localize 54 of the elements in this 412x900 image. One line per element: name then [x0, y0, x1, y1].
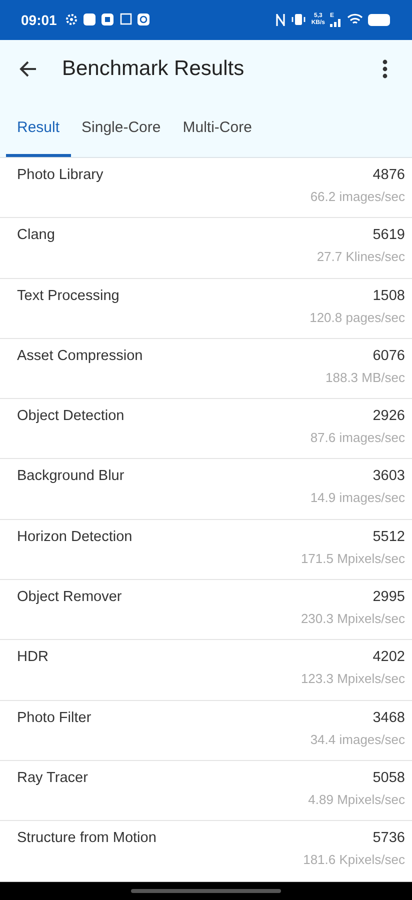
- benchmark-rate: 123.3 Mpixels/sec: [300, 671, 405, 686]
- app-icon: [100, 13, 114, 26]
- benchmark-name: Asset Compression: [17, 348, 143, 364]
- benchmark-score: 4876: [372, 166, 405, 183]
- tab[interactable]: Single-Core: [70, 112, 172, 157]
- benchmark-score: 2995: [372, 589, 405, 606]
- benchmark-name: Photo Filter: [17, 710, 92, 726]
- home-indicator[interactable]: [131, 888, 281, 893]
- nfc-icon: [275, 12, 286, 27]
- benchmark-score: 5619: [372, 227, 405, 244]
- benchmark-rate: 230.3 Mpixels/sec: [300, 611, 405, 626]
- benchmark-score: 2926: [372, 408, 405, 424]
- window-icon: [118, 13, 132, 26]
- benchmark-name: Object Detection: [17, 408, 124, 424]
- back-arrow-icon: [18, 59, 38, 80]
- benchmark-name: Ray Tracer: [17, 770, 88, 786]
- vibrate-icon: [291, 13, 306, 26]
- benchmark-rate: 87.6 images/sec: [310, 430, 405, 446]
- benchmark-rate: 34.4 images/sec: [310, 732, 405, 747]
- benchmark-rate: 14.9 images/sec: [310, 490, 405, 506]
- benchmark-name: Background Blur: [17, 468, 124, 484]
- benchmark-rate: 4.89 Mpixels/sec: [308, 792, 405, 807]
- status-time: 09:01: [21, 12, 57, 28]
- app-icon: [82, 13, 96, 26]
- gear-icon: [64, 13, 78, 26]
- target-icon: [136, 13, 150, 26]
- benchmark-rate: 181.6 Kpixels/sec: [303, 852, 405, 868]
- tab[interactable]: Multi-Core: [172, 112, 263, 157]
- benchmark-name: Horizon Detection: [17, 528, 132, 545]
- benchmark-rate: 120.8 pages/sec: [310, 310, 405, 325]
- benchmark-rate: 171.5 Mpixels/sec: [300, 550, 405, 566]
- benchmark-rate: 27.7 Klines/sec: [316, 249, 405, 264]
- benchmark-score: 5512: [372, 528, 405, 545]
- benchmark-name: Object Remover: [17, 589, 122, 606]
- benchmark-name: Clang: [17, 227, 55, 244]
- benchmark-score: 4202: [372, 649, 405, 666]
- benchmark-name: HDR: [17, 649, 48, 666]
- battery-icon: [368, 14, 390, 26]
- signal-icon: [330, 18, 342, 27]
- tab[interactable]: Result: [6, 112, 71, 157]
- benchmark-rate: 188.3 MB/sec: [326, 370, 405, 385]
- benchmark-score: 3603: [372, 468, 405, 484]
- benchmark-name: Structure from Motion: [17, 830, 156, 846]
- benchmark-score: 5058: [372, 770, 405, 786]
- benchmark-name: Text Processing: [17, 288, 120, 304]
- benchmark-name: Photo Library: [17, 166, 104, 183]
- benchmark-score: 1508: [372, 288, 405, 304]
- benchmark-score: 6076: [372, 348, 405, 364]
- wifi-icon: [347, 13, 363, 26]
- benchmark-score: 5736: [372, 830, 405, 846]
- benchmark-rate: 66.2 images/sec: [310, 188, 405, 204]
- screen-title: Benchmark Results: [62, 57, 244, 82]
- more-icon: [382, 59, 388, 80]
- benchmark-score: 3468: [372, 710, 405, 726]
